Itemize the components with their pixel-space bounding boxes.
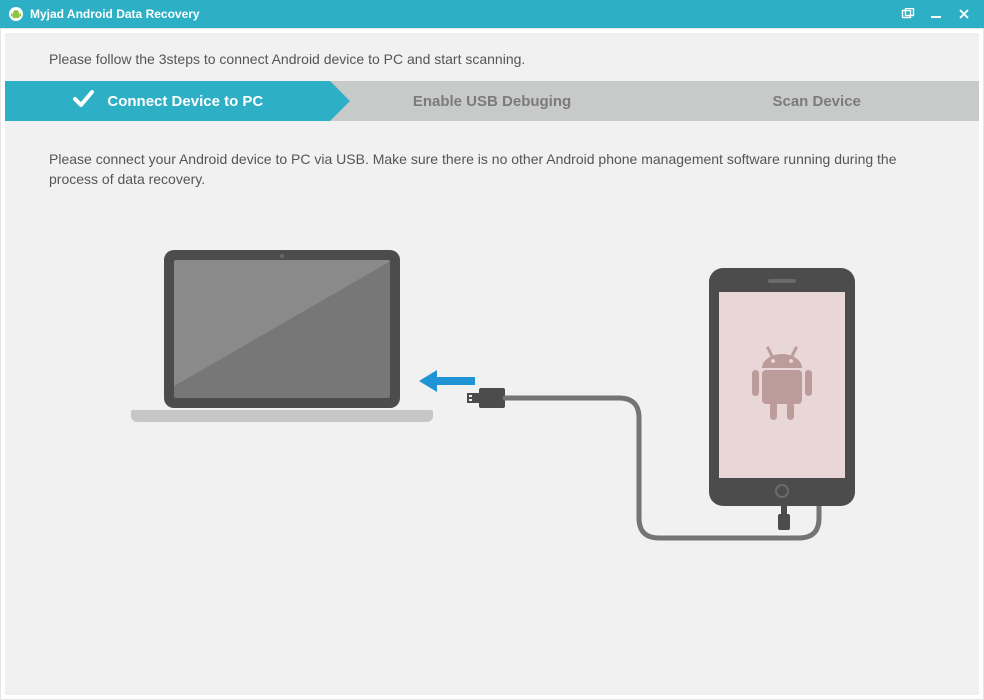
- step-body: Please connect your Android device to PC…: [5, 121, 979, 590]
- window-body: Please follow the 3steps to connect Andr…: [0, 28, 984, 700]
- android-phone-icon: [709, 268, 855, 506]
- instruction-text: Please connect your Android device to PC…: [49, 149, 935, 190]
- check-icon: [71, 87, 95, 115]
- content-panel: Please follow the 3steps to connect Andr…: [5, 33, 979, 695]
- minimize-button[interactable]: [922, 3, 950, 25]
- phone-usb-plug-icon: [777, 506, 791, 539]
- android-robot-icon: [742, 340, 822, 430]
- app-logo-icon: [8, 6, 24, 22]
- step-connect-device[interactable]: Connect Device to PC: [5, 81, 330, 121]
- titlebar: Myjad Android Data Recovery: [0, 0, 984, 28]
- step-label: Enable USB Debuging: [413, 93, 571, 110]
- intro-text: Please follow the 3steps to connect Andr…: [5, 45, 979, 81]
- laptop-icon: [164, 250, 433, 422]
- close-button[interactable]: [950, 3, 978, 25]
- step-label: Connect Device to PC: [107, 93, 263, 110]
- step-scan-device[interactable]: Scan Device: [654, 81, 979, 121]
- step-enable-usb-debugging[interactable]: Enable USB Debuging: [330, 81, 655, 121]
- step-label: Scan Device: [772, 93, 860, 110]
- wizard-steps: Connect Device to PC Enable USB Debuging…: [5, 81, 979, 121]
- app-title: Myjad Android Data Recovery: [30, 7, 200, 21]
- restore-window-button[interactable]: [894, 3, 922, 25]
- connection-illustration: [49, 250, 935, 590]
